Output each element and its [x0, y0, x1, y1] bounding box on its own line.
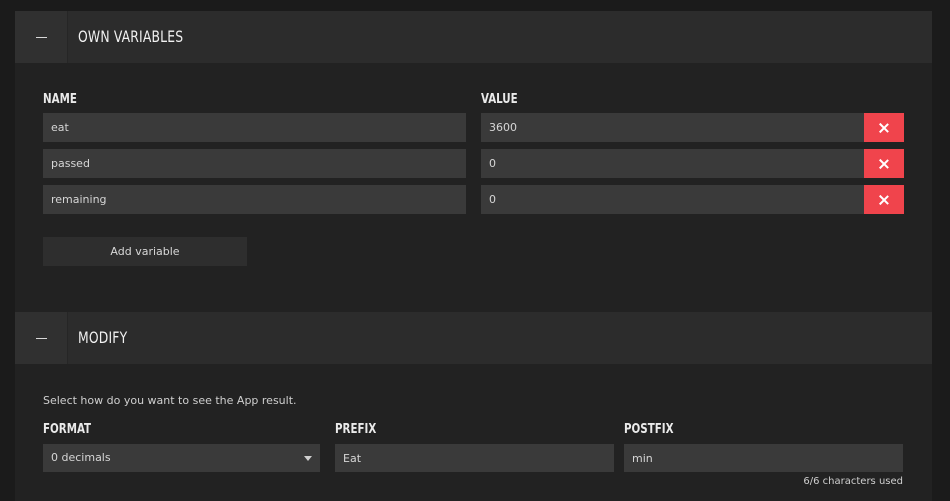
- remove-variable-button[interactable]: [864, 113, 904, 142]
- modify-header: MODIFY: [15, 312, 932, 364]
- variable-name-input[interactable]: [43, 185, 466, 214]
- format-select[interactable]: 0 decimals: [43, 444, 320, 472]
- close-icon: [879, 195, 889, 205]
- remove-variable-button[interactable]: [864, 185, 904, 214]
- prefix-input[interactable]: [335, 444, 614, 472]
- remove-variable-button[interactable]: [864, 149, 904, 178]
- variable-value-input[interactable]: [481, 113, 864, 142]
- own-variables-collapse-button[interactable]: [15, 11, 68, 63]
- add-variable-button[interactable]: Add variable: [43, 237, 247, 266]
- variable-value-input[interactable]: [481, 185, 864, 214]
- prefix-label: PREFIX: [335, 422, 377, 437]
- postfix-character-counter: 6/6 characters used: [803, 476, 903, 487]
- postfix-label: POSTFIX: [624, 422, 674, 437]
- postfix-input[interactable]: [624, 444, 903, 472]
- minus-icon: [35, 337, 47, 339]
- format-label: FORMAT: [43, 422, 92, 437]
- value-column-label: VALUE: [481, 92, 518, 107]
- variable-value-input[interactable]: [481, 149, 864, 178]
- own-variables-title: OWN VARIABLES: [78, 27, 184, 46]
- variable-name-input[interactable]: [43, 113, 466, 142]
- minus-icon: [35, 36, 47, 38]
- chevron-down-icon: [304, 456, 312, 461]
- name-column-label: NAME: [43, 92, 77, 107]
- close-icon: [879, 159, 889, 169]
- modify-description: Select how do you want to see the App re…: [43, 394, 297, 407]
- own-variables-header: OWN VARIABLES: [15, 11, 932, 63]
- modify-collapse-button[interactable]: [15, 312, 68, 364]
- format-selected-value: 0 decimals: [51, 451, 111, 464]
- modify-title: MODIFY: [78, 328, 128, 347]
- app-frame: OWN VARIABLES NAME VALUE Add variable MO…: [15, 11, 932, 501]
- close-icon: [879, 123, 889, 133]
- variable-name-input[interactable]: [43, 149, 466, 178]
